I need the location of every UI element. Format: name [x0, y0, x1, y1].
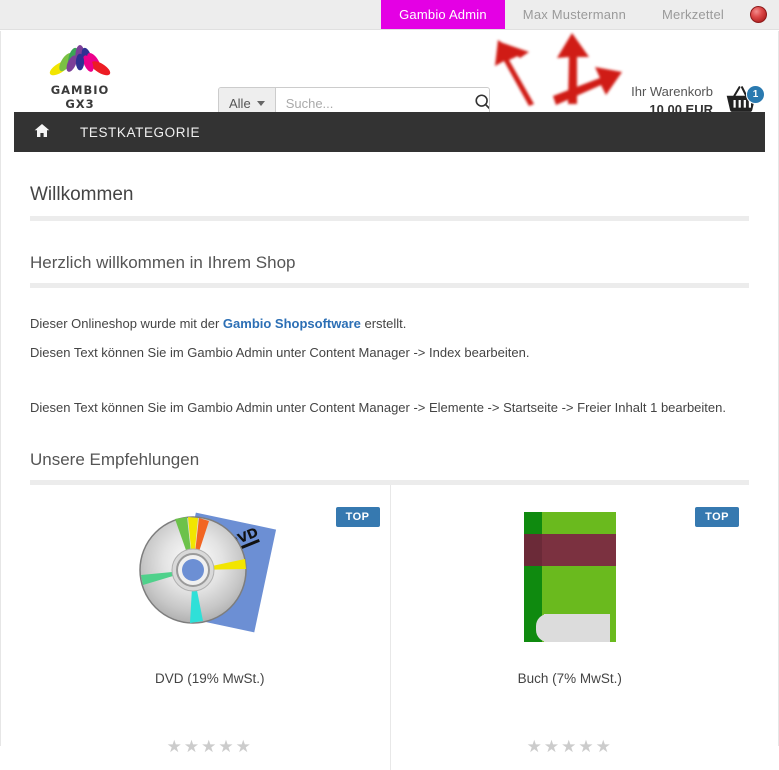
chevron-down-icon	[256, 100, 265, 106]
language-switcher[interactable]	[742, 0, 779, 29]
product-rating-stars[interactable]: ★★★★★	[391, 738, 750, 755]
shop-welcome-divider	[30, 283, 749, 288]
topbar-item-max-mustermann[interactable]: Max Mustermann	[505, 0, 644, 29]
recommendations-heading: Unsere Empfehlungen	[30, 450, 200, 470]
lotus-flower-logo-icon	[49, 39, 111, 81]
gambio-shopsoftware-link[interactable]: Gambio Shopsoftware	[223, 316, 361, 331]
green-book-icon	[520, 508, 620, 649]
red-circle-flag-icon[interactable]	[750, 6, 767, 23]
nav-item-testkategorie[interactable]: TESTKATEGORIE	[64, 125, 216, 140]
nav-item-label: TESTKATEGORIE	[80, 124, 201, 140]
product-card-dvd[interactable]: TOP DVD DVD (19% MwSt.) ★★★★★	[30, 485, 390, 770]
topbar-item-label: Merkzettel	[662, 7, 724, 22]
status-badge: TOP	[695, 507, 739, 528]
dvd-disc-icon: DVD	[135, 507, 285, 650]
title-divider	[30, 216, 749, 221]
page-body: Willkommen Herzlich willkommen in Ihrem …	[14, 184, 765, 770]
nav-item-home[interactable]	[14, 123, 64, 141]
topbar-item-gambio-admin[interactable]: Gambio Admin	[381, 0, 505, 29]
top-bar: Gambio Admin Max Mustermann Merkzettel	[0, 0, 779, 30]
intro-paragraph: Dieser Onlineshop wurde mit der Gambio S…	[30, 314, 749, 334]
product-rating-stars[interactable]: ★★★★★	[30, 738, 390, 755]
product-title[interactable]: Buch (7% MwSt.)	[391, 671, 750, 686]
shop-welcome-heading: Herzlich willkommen in Ihrem Shop	[30, 253, 296, 272]
search-category-label: Alle	[229, 95, 251, 111]
main-content: Willkommen Herzlich willkommen in Ihrem …	[14, 152, 765, 770]
topbar-item-label: Max Mustermann	[522, 7, 627, 22]
status-badge: TOP	[335, 507, 380, 528]
topbar-item-merkzettel[interactable]: Merkzettel	[644, 0, 742, 29]
magnifier-icon	[474, 93, 489, 114]
content-manager-hint: Diesen Text können Sie im Gambio Admin u…	[30, 345, 530, 361]
cart-count-badge: 1	[746, 84, 765, 104]
logo-text: GAMBIO GX3	[50, 83, 110, 111]
topbar-item-label: Gambio Admin	[399, 7, 487, 22]
page-title: Willkommen	[30, 184, 134, 205]
intro-suffix: erstellt.	[360, 316, 407, 331]
home-icon	[34, 123, 50, 141]
intro-prefix: Dieser Onlineshop wurde mit der	[30, 316, 223, 331]
cart-label: Ihr Warenkorb	[631, 84, 713, 99]
product-list: TOP DVD DVD (19% MwSt.) ★★★★★ TOP Buch (…	[30, 485, 749, 770]
site-header: GAMBIO GX3 Alle Ihr Warenkorb 10,00 EUR	[0, 31, 779, 119]
logo[interactable]: GAMBIO GX3	[34, 39, 126, 111]
free-content-hint: Diesen Text können Sie im Gambio Admin u…	[30, 400, 726, 416]
product-card-buch[interactable]: TOP Buch (7% MwSt.) ★★★★★	[389, 485, 750, 770]
product-title[interactable]: DVD (19% MwSt.)	[30, 671, 390, 686]
main-navigation: TESTKATEGORIE	[14, 112, 765, 152]
